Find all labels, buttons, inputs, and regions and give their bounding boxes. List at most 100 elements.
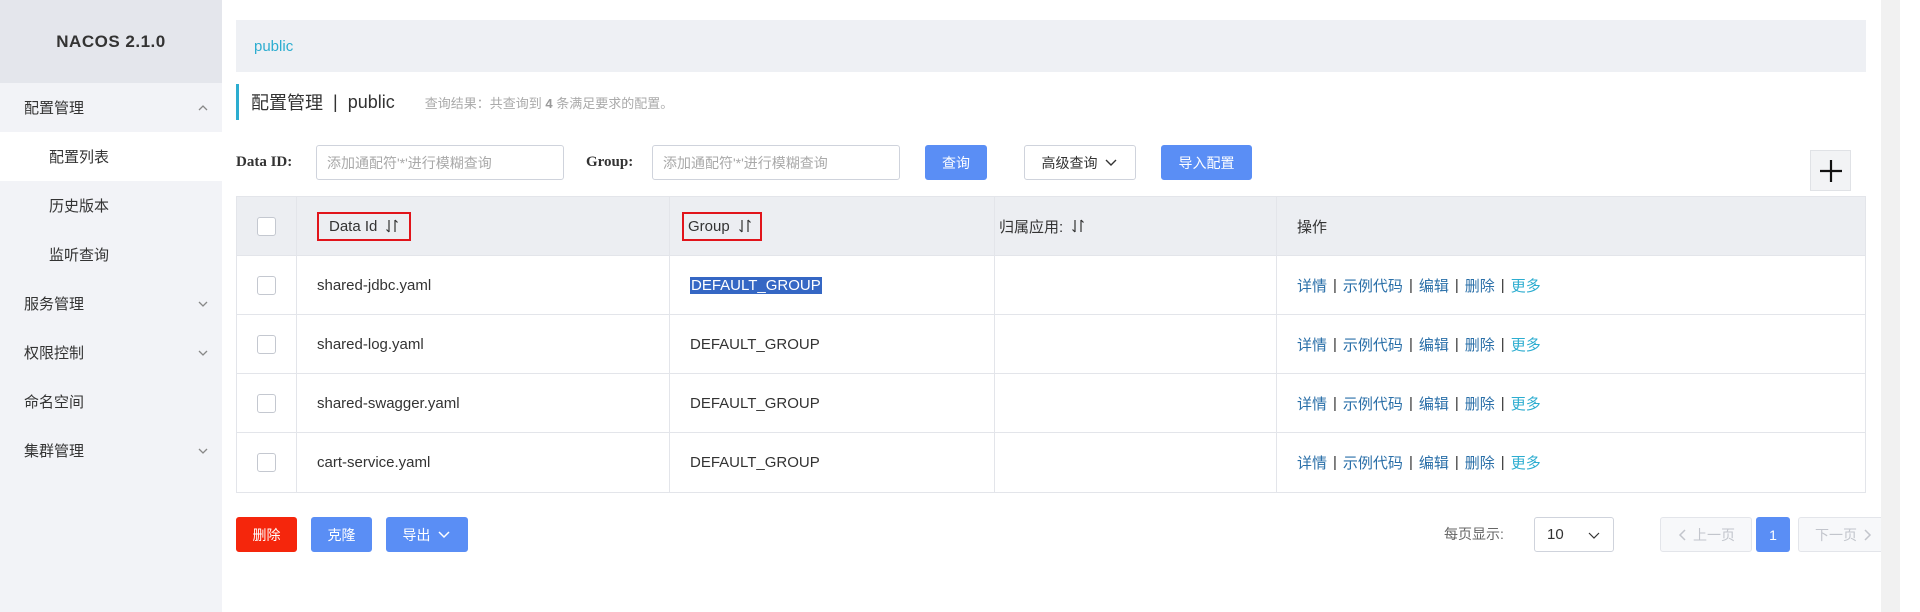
prev-page-label: 上一页 bbox=[1693, 526, 1735, 543]
page-title-separator: | bbox=[333, 91, 338, 112]
cell-app bbox=[995, 315, 1277, 373]
export-button[interactable]: 导出 bbox=[386, 517, 468, 552]
sidebar-item-history[interactable]: 历史版本 bbox=[0, 181, 222, 230]
batch-delete-button[interactable]: 删除 bbox=[236, 517, 297, 552]
add-config-button[interactable] bbox=[1810, 150, 1851, 191]
ops-separator: | bbox=[1333, 394, 1337, 412]
sidebar-item-label: 监听查询 bbox=[49, 247, 110, 264]
advanced-query-button[interactable]: 高级查询 bbox=[1024, 145, 1136, 180]
scrollbar-track[interactable] bbox=[1881, 0, 1900, 612]
row-select-cell bbox=[237, 433, 297, 492]
cell-ops: 详情 | 示例代码 | 编辑 | 删除 | 更多 bbox=[1277, 256, 1865, 314]
sample-code-link[interactable]: 示例代码 bbox=[1343, 452, 1403, 473]
group-annotation-box[interactable]: Group bbox=[682, 211, 762, 241]
delete-link[interactable]: 删除 bbox=[1465, 334, 1495, 355]
delete-link[interactable]: 删除 bbox=[1465, 275, 1495, 296]
cell-group: DEFAULT_GROUP bbox=[670, 374, 995, 432]
sort-icon[interactable] bbox=[1071, 218, 1085, 234]
delete-link[interactable]: 删除 bbox=[1465, 452, 1495, 473]
chevron-left-icon bbox=[1678, 528, 1686, 541]
table-row: cart-service.yaml DEFAULT_GROUP 详情 | 示例代码… bbox=[237, 433, 1865, 492]
cell-data-id: cart-service.yaml bbox=[297, 433, 670, 492]
header-ops: 操作 bbox=[1277, 197, 1865, 255]
sidebar-item-cluster-management[interactable]: 集群管理 bbox=[0, 426, 222, 475]
header-group-label: Group bbox=[688, 217, 730, 235]
row-checkbox[interactable] bbox=[257, 275, 276, 295]
data-id-annotation-box[interactable]: Data Id bbox=[317, 211, 412, 241]
more-link[interactable]: 更多 bbox=[1511, 452, 1541, 473]
header-data-id: Data Id bbox=[297, 197, 670, 255]
ops-separator: | bbox=[1408, 335, 1413, 353]
batch-delete-label: 删除 bbox=[252, 526, 281, 543]
ops-separator: | bbox=[1454, 276, 1459, 294]
detail-link[interactable]: 详情 bbox=[1297, 452, 1327, 473]
prev-page-button[interactable]: 上一页 bbox=[1660, 517, 1752, 552]
page-scrollbar[interactable] bbox=[1881, 0, 1920, 612]
per-page-value: 10 bbox=[1547, 526, 1564, 543]
ops-separator: | bbox=[1333, 335, 1337, 353]
delete-link[interactable]: 删除 bbox=[1465, 393, 1495, 414]
result-summary: 查询结果：共查询到 4 条满足要求的配置。 bbox=[425, 93, 674, 112]
group-search-input[interactable] bbox=[652, 145, 900, 180]
edit-link[interactable]: 编辑 bbox=[1419, 275, 1449, 296]
chevron-down-icon bbox=[1588, 532, 1600, 539]
sample-code-link[interactable]: 示例代码 bbox=[1343, 334, 1403, 355]
cell-group: DEFAULT_GROUP bbox=[670, 433, 995, 492]
more-link[interactable]: 更多 bbox=[1511, 275, 1541, 296]
current-page-label: 1 bbox=[1769, 526, 1777, 543]
export-label: 导出 bbox=[402, 526, 431, 543]
cell-app bbox=[995, 374, 1277, 432]
row-checkbox[interactable] bbox=[257, 453, 276, 472]
sample-code-link[interactable]: 示例代码 bbox=[1343, 275, 1403, 296]
sample-code-link[interactable]: 示例代码 bbox=[1343, 393, 1403, 414]
breadcrumb-namespace[interactable]: public bbox=[254, 38, 293, 55]
edit-link[interactable]: 编辑 bbox=[1419, 452, 1449, 473]
import-config-button[interactable]: 导入配置 bbox=[1161, 145, 1252, 180]
sidebar-item-config-management[interactable]: 配置管理 bbox=[0, 83, 222, 132]
sidebar-item-namespace[interactable]: 命名空间 bbox=[0, 377, 222, 426]
sort-icon[interactable] bbox=[738, 218, 752, 234]
detail-link[interactable]: 详情 bbox=[1297, 334, 1327, 355]
page-title-namespace: public bbox=[347, 91, 395, 112]
sidebar-item-config-list[interactable]: 配置列表 bbox=[0, 132, 222, 181]
more-link[interactable]: 更多 bbox=[1511, 393, 1541, 414]
sidebar-item-service-management[interactable]: 服务管理 bbox=[0, 279, 222, 328]
chevron-down-icon bbox=[198, 301, 208, 307]
row-checkbox[interactable] bbox=[257, 393, 276, 413]
select-all-checkbox[interactable] bbox=[257, 216, 276, 236]
ops-separator: | bbox=[1454, 454, 1459, 471]
next-page-button[interactable]: 下一页 bbox=[1798, 517, 1890, 552]
chevron-up-icon bbox=[198, 104, 208, 110]
advanced-query-label: 高级查询 bbox=[1041, 154, 1098, 171]
data-id-value: cart-service.yaml bbox=[317, 454, 431, 471]
result-suffix: 条满足要求的配置。 bbox=[556, 95, 674, 111]
cell-app bbox=[995, 433, 1277, 492]
sidebar-item-access-control[interactable]: 权限控制 bbox=[0, 328, 222, 377]
detail-link[interactable]: 详情 bbox=[1297, 275, 1327, 296]
cell-group: DEFAULT_GROUP bbox=[670, 315, 995, 373]
brand-logo: NACOS 2.1.0 bbox=[0, 0, 222, 83]
sidebar-item-listener-query[interactable]: 监听查询 bbox=[0, 230, 222, 279]
page-title-main: 配置管理 bbox=[251, 93, 323, 113]
detail-link[interactable]: 详情 bbox=[1297, 393, 1327, 414]
row-select-cell bbox=[237, 374, 297, 432]
edit-link[interactable]: 编辑 bbox=[1419, 334, 1449, 355]
per-page-select[interactable]: 10 bbox=[1534, 517, 1614, 552]
sort-icon[interactable] bbox=[385, 218, 399, 234]
sidebar-item-label: 权限控制 bbox=[24, 345, 85, 362]
ops-separator: | bbox=[1333, 454, 1337, 471]
dataid-search-input[interactable] bbox=[316, 145, 564, 180]
clone-button[interactable]: 克隆 bbox=[311, 517, 372, 552]
edit-link[interactable]: 编辑 bbox=[1419, 393, 1449, 414]
row-checkbox[interactable] bbox=[257, 334, 276, 354]
ops-separator: | bbox=[1408, 394, 1413, 412]
ops-separator: | bbox=[1500, 454, 1505, 471]
plus-icon bbox=[1819, 159, 1842, 182]
table-header: Data Id Group 归属应用: 操作 bbox=[237, 197, 1865, 256]
page-number-current[interactable]: 1 bbox=[1756, 517, 1790, 552]
chevron-down-icon bbox=[1105, 159, 1116, 166]
header-select-cell bbox=[237, 197, 297, 255]
cell-data-id: shared-log.yaml bbox=[297, 315, 670, 373]
query-button[interactable]: 查询 bbox=[925, 145, 987, 180]
more-link[interactable]: 更多 bbox=[1511, 334, 1541, 355]
